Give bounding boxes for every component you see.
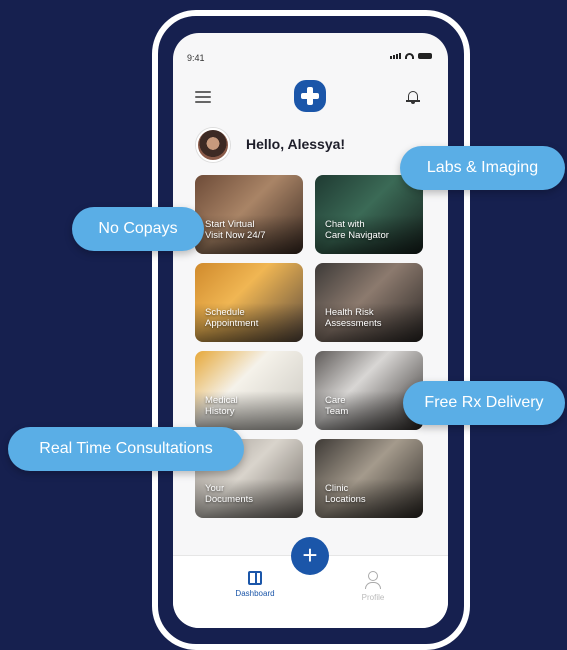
nav-profile-label: Profile: [361, 593, 385, 602]
tile-clinic-locations[interactable]: Clinic Locations: [315, 439, 423, 518]
tile-label: Your Documents: [205, 483, 254, 505]
callout-real-time-consultations: Real Time Consultations: [8, 427, 244, 471]
tile-care-navigator[interactable]: Chat with Care Navigator: [315, 175, 423, 254]
tile-label: Schedule Appointment: [205, 307, 259, 329]
greeting: Hello, Alessya!: [246, 136, 346, 152]
nav-dashboard-label: Dashboard: [235, 589, 275, 598]
tile-schedule-appointment[interactable]: Schedule Appointment: [195, 263, 303, 342]
tile-label: Clinic Locations: [325, 483, 366, 505]
status-icons: [390, 53, 432, 59]
battery-icon: [418, 53, 432, 59]
tile-label: Start Virtual Visit Now 24/7: [205, 219, 266, 241]
avatar[interactable]: [196, 128, 230, 162]
tile-label: Health Risk Assessments: [325, 307, 382, 329]
tile-label: Care Team: [325, 395, 349, 417]
tile-health-risk[interactable]: Health Risk Assessments: [315, 263, 423, 342]
app-logo: [294, 80, 326, 112]
callout-free-rx: Free Rx Delivery: [403, 381, 565, 425]
dashboard-icon: [248, 571, 262, 585]
wifi-icon: [405, 53, 414, 59]
profile-icon: [343, 571, 403, 589]
bell-icon[interactable]: [406, 89, 420, 105]
app-screen: 9:41 Hello, Alessya! Start Virtual Visit…: [173, 33, 448, 628]
callout-labs-imaging: Labs & Imaging: [400, 146, 565, 190]
tile-label: Medical History: [205, 395, 238, 417]
callout-no-copays: No Copays: [72, 207, 204, 251]
nav-dashboard[interactable]: Dashboard: [225, 571, 285, 598]
nav-profile[interactable]: Profile: [343, 571, 403, 602]
add-button[interactable]: +: [291, 537, 329, 575]
menu-icon[interactable]: [195, 91, 211, 106]
tile-medical-history[interactable]: Medical History: [195, 351, 303, 430]
signal-icon: [390, 53, 401, 59]
tile-label: Chat with Care Navigator: [325, 219, 389, 241]
tile-virtual-visit[interactable]: Start Virtual Visit Now 24/7: [195, 175, 303, 254]
status-time: 9:41: [187, 53, 205, 63]
